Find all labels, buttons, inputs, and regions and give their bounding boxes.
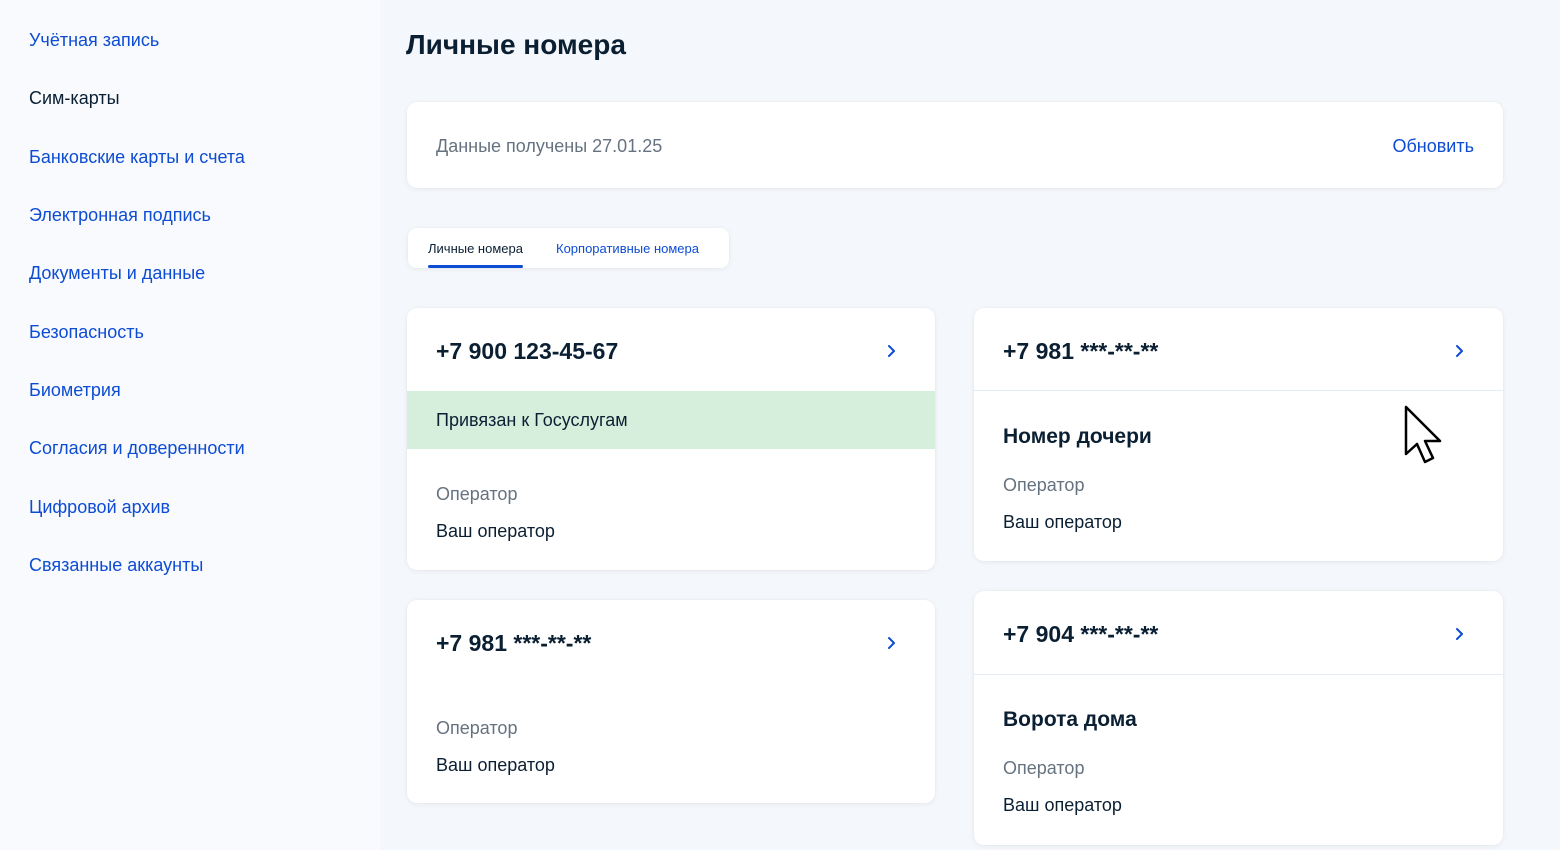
operator-label: Оператор (436, 484, 518, 504)
card-divider (974, 674, 1503, 675)
sidebar-item-sim-cards[interactable]: Сим-карты (29, 87, 120, 109)
operator-value: Ваш оператор (436, 521, 555, 541)
sidebar-item-biometrics[interactable]: Биометрия (29, 379, 121, 401)
card-divider (974, 390, 1503, 391)
sidebar-item-security[interactable]: Безопасность (29, 321, 144, 343)
sidebar-item-consents[interactable]: Согласия и доверенности (29, 437, 245, 459)
phone-card[interactable]: +7 900 123-45-67 Привязан к Госуслугам О… (407, 308, 935, 570)
operator-label: Оператор (1003, 475, 1085, 495)
chevron-right-icon (1453, 622, 1467, 646)
chevron-right-icon (885, 339, 899, 363)
operator-label: Оператор (1003, 758, 1085, 778)
sidebar-item-account[interactable]: Учётная запись (29, 29, 159, 51)
sidebar-item-digital-archive[interactable]: Цифровой архив (29, 496, 170, 518)
sidebar: Учётная запись Сим-карты Банковские карт… (0, 0, 380, 850)
data-received-text: Данные получены 27.01.25 (436, 136, 663, 156)
tab-corporate-numbers[interactable]: Корпоративные номера (556, 241, 699, 257)
operator-value: Ваш оператор (1003, 795, 1122, 815)
sidebar-item-linked-accounts[interactable]: Связанные аккаунты (29, 554, 203, 576)
phone-label: Ворота дома (1003, 708, 1137, 731)
phone-number: +7 900 123-45-67 (436, 338, 619, 364)
operator-label: Оператор (436, 718, 518, 738)
data-status-bar: Данные получены 27.01.25 Обновить (407, 102, 1503, 188)
chevron-right-icon (885, 631, 899, 655)
sidebar-item-bank-cards[interactable]: Банковские карты и счета (29, 146, 245, 168)
page-title: Личные номера (406, 29, 626, 60)
linked-status-banner: Привязан к Госуслугам (407, 391, 935, 449)
mouse-pointer-icon (1402, 404, 1448, 468)
phone-number: +7 904 ***-**-** (1003, 621, 1159, 647)
phone-label: Номер дочери (1003, 425, 1152, 448)
phone-number: +7 981 ***-**-** (1003, 338, 1159, 364)
chevron-right-icon (1453, 339, 1467, 363)
tab-personal-numbers[interactable]: Личные номера (428, 241, 523, 268)
operator-value: Ваш оператор (436, 755, 555, 775)
sidebar-item-documents[interactable]: Документы и данные (29, 262, 205, 284)
sidebar-item-e-signature[interactable]: Электронная подпись (29, 204, 211, 226)
number-type-tabs: Личные номера Корпоративные номера (408, 228, 729, 268)
refresh-button[interactable]: Обновить (1392, 135, 1474, 157)
phone-card[interactable]: +7 904 ***-**-** Ворота дома Оператор Ва… (974, 591, 1503, 845)
operator-value: Ваш оператор (1003, 512, 1122, 532)
phone-card[interactable]: +7 981 ***-**-** Оператор Ваш оператор (407, 600, 935, 803)
linked-status-text: Привязан к Госуслугам (436, 410, 628, 430)
phone-number: +7 981 ***-**-** (436, 630, 592, 656)
